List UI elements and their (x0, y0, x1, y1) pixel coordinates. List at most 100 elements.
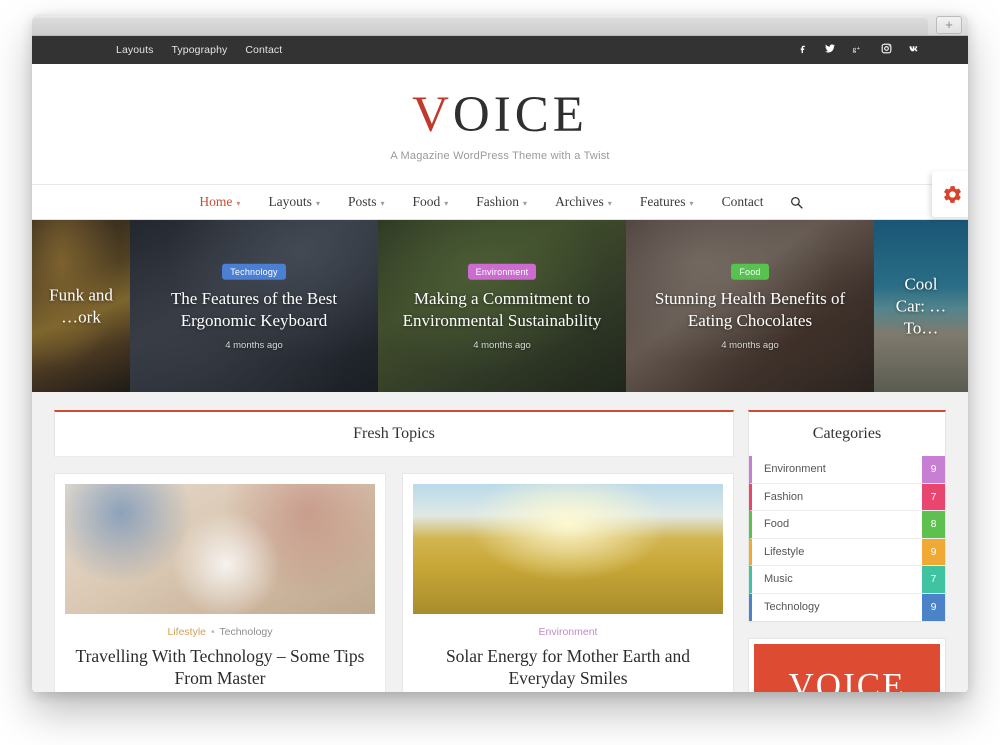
category-label: Lifestyle (764, 545, 805, 558)
browser-window: + Layouts Typography Contact g + VOICE A… (32, 14, 968, 692)
chevron-down-icon: ▾ (689, 198, 694, 208)
category-row-technology[interactable]: Technology 9 (749, 593, 945, 621)
category-count: 8 (922, 511, 945, 538)
article-title[interactable]: Solar Energy for Mother Earth and Everyd… (413, 645, 723, 690)
category-count: 9 (922, 456, 945, 483)
logo-rest: OICE (452, 87, 588, 143)
slide-category-badge[interactable]: Food (731, 263, 769, 280)
nav-item-home[interactable]: Home ▾ (185, 194, 254, 210)
instagram-icon[interactable] (880, 43, 892, 57)
svg-text:g: g (853, 44, 857, 53)
nav-label: Food (412, 194, 441, 209)
slide-partial-left[interactable]: Funk and …ork (32, 220, 130, 392)
googleplus-icon[interactable]: g + (852, 43, 864, 57)
article-category-secondary[interactable]: Technology (219, 626, 272, 638)
nav-label: Fashion (476, 194, 520, 209)
gear-icon (943, 185, 961, 203)
logo-initial: V (412, 87, 453, 143)
slide-title: Funk and …ork (49, 285, 113, 326)
slide-content: Funk and …ork (32, 284, 130, 328)
category-row-food[interactable]: Food 8 (749, 511, 945, 539)
category-row-music[interactable]: Music 7 (749, 566, 945, 594)
chevron-down-icon: ▾ (315, 198, 320, 208)
chevron-down-icon: ▾ (523, 198, 528, 208)
top-nav: Layouts Typography Contact (116, 44, 282, 56)
nav-item-layouts[interactable]: Layouts ▾ (254, 194, 334, 210)
social-links: g + (796, 43, 946, 57)
nav-label: Archives (555, 194, 604, 209)
fresh-topics-panel: Fresh Topics (54, 410, 734, 457)
theme-settings-button[interactable] (932, 171, 968, 217)
category-count: 9 (922, 593, 945, 621)
article-thumbnail[interactable] (65, 484, 375, 614)
slide-food[interactable]: Food Stunning Health Benefits of Eating … (626, 220, 874, 392)
nav-label: Features (639, 194, 686, 209)
category-list: Environment 9 Fashion 7 Food 8 Lifestyle… (749, 456, 945, 621)
slide-title: Making a Commitment to Environmental Sus… (402, 288, 602, 330)
article-category-primary[interactable]: Lifestyle (168, 626, 207, 638)
sidebar-ad[interactable]: VOICE A WordPress theme with a twist (748, 638, 946, 692)
nav-item-fashion[interactable]: Fashion ▾ (462, 194, 541, 210)
category-label: Food (764, 518, 790, 531)
slide-partial-right[interactable]: Cool Car: … To… (874, 220, 968, 392)
nav-item-contact[interactable]: Contact (708, 194, 778, 210)
category-count: 9 (922, 538, 945, 565)
new-tab-button[interactable]: + (936, 16, 962, 34)
category-row-fashion[interactable]: Fashion 7 (749, 483, 945, 511)
article-card[interactable]: Environment Solar Energy for Mother Eart… (402, 473, 734, 692)
slide-title: Cool Car: … To… (895, 274, 947, 337)
twitter-icon[interactable] (824, 43, 836, 57)
main-column: Fresh Topics Lifestyle • Technology Trav… (54, 410, 734, 692)
article-categories: Environment (413, 626, 723, 638)
nav-label: Contact (721, 194, 764, 209)
chevron-down-icon: ▾ (236, 198, 241, 208)
fresh-topics-title: Fresh Topics (353, 425, 435, 442)
search-icon[interactable] (778, 196, 815, 209)
topnav-item-contact[interactable]: Contact (245, 44, 282, 56)
slide-category-badge[interactable]: Technology (222, 263, 286, 280)
content-area: Fresh Topics Lifestyle • Technology Trav… (32, 392, 968, 692)
category-row-environment[interactable]: Environment 9 (749, 456, 945, 484)
article-categories: Lifestyle • Technology (65, 626, 375, 638)
topnav-item-typography[interactable]: Typography (171, 44, 227, 56)
featured-slider[interactable]: Funk and …ork Technology The Features of… (32, 220, 968, 392)
chevron-down-icon: ▾ (444, 198, 449, 208)
site-masthead: VOICE A Magazine WordPress Theme with a … (32, 64, 968, 184)
vk-icon[interactable] (908, 43, 920, 57)
nav-item-features[interactable]: Features ▾ (626, 194, 708, 210)
slide-environment[interactable]: Environment Making a Commitment to Envir… (378, 220, 626, 392)
slide-title: Stunning Health Benefits of Eating Choco… (654, 288, 846, 330)
slide-date: 4 months ago (473, 339, 531, 351)
slide-content: Environment Making a Commitment to Envir… (378, 262, 626, 351)
article-category-primary[interactable]: Environment (539, 626, 598, 638)
category-row-lifestyle[interactable]: Lifestyle 9 (749, 538, 945, 566)
nav-item-posts[interactable]: Posts ▾ (334, 194, 399, 210)
slide-technology[interactable]: Technology The Features of the Best Ergo… (130, 220, 378, 392)
nav-label: Posts (347, 194, 377, 209)
site-logo[interactable]: VOICE (32, 90, 968, 141)
facebook-icon[interactable] (796, 43, 808, 57)
category-label: Environment (764, 463, 826, 476)
categories-widget: Categories Environment 9 Fashion 7 Food (748, 410, 946, 622)
chevron-down-icon: ▾ (380, 198, 385, 208)
topnav-item-layouts[interactable]: Layouts (116, 44, 153, 56)
article-title[interactable]: Travelling With Technology – Some Tips F… (65, 645, 375, 690)
nav-item-food[interactable]: Food ▾ (399, 194, 463, 210)
ad-banner[interactable]: VOICE A WordPress theme with a twist (754, 644, 940, 692)
category-separator: • (210, 626, 215, 638)
sidebar: Categories Environment 9 Fashion 7 Food (748, 410, 946, 692)
ad-logo: VOICE (788, 666, 906, 692)
slide-date: 4 months ago (721, 339, 779, 351)
category-label: Music (764, 573, 793, 586)
article-card[interactable]: Lifestyle • Technology Travelling With T… (54, 473, 386, 692)
slide-category-badge[interactable]: Environment (467, 263, 537, 280)
slide-date: 4 months ago (225, 339, 283, 351)
nav-item-archives[interactable]: Archives ▾ (541, 194, 626, 210)
slide-content: Technology The Features of the Best Ergo… (130, 262, 378, 351)
nav-label: Layouts (268, 194, 312, 209)
article-thumbnail[interactable] (413, 484, 723, 614)
category-count: 7 (922, 483, 945, 510)
primary-navigation: Home ▾ Layouts ▾ Posts ▾ Food ▾ Fashion ▾ Arc… (32, 171, 968, 220)
chevron-down-icon: ▾ (607, 198, 612, 208)
tab-strip (32, 18, 928, 35)
